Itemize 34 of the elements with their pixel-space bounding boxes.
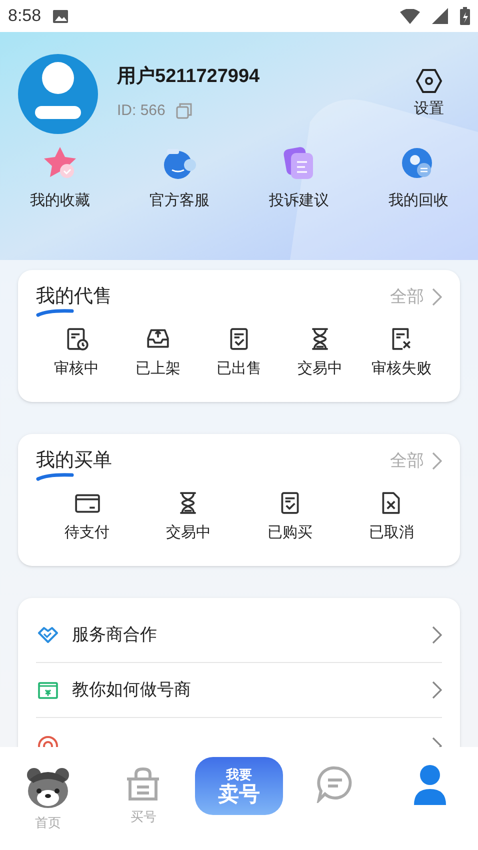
gallery-icon (53, 10, 68, 22)
mascot-icon (24, 765, 71, 811)
person-icon (413, 765, 448, 805)
menu-item[interactable]: 服务商合作 (36, 608, 442, 663)
order-status-item[interactable]: 待支付 (36, 490, 138, 544)
brush-stroke (36, 472, 74, 481)
copy-icon[interactable] (175, 102, 194, 120)
order-status-item[interactable]: 已取消 (340, 490, 442, 544)
chat-icon (316, 765, 354, 803)
order-status-item[interactable]: 交易中 (138, 490, 239, 544)
wifi-icon (400, 8, 420, 24)
battery-icon (460, 7, 470, 25)
username: 用户5211727994 (117, 64, 260, 89)
order-status-item[interactable]: 交易中 (280, 326, 361, 380)
brush-stroke (36, 308, 74, 317)
order-status-item[interactable]: 审核失败 (360, 326, 442, 380)
shortcut-item[interactable]: 投诉建议 (239, 144, 358, 212)
order-status-item[interactable]: 审核中 (36, 326, 118, 380)
settings-button[interactable]: 设置 (414, 68, 444, 120)
shortcut-item[interactable]: 我的收藏 (0, 144, 120, 212)
menu-item[interactable]: 教你如何做号商 (36, 663, 442, 718)
sell-button[interactable]: 我要 卖号 (194, 757, 283, 815)
section-title: 我的买单 (36, 450, 112, 472)
status-time: 8:58 (8, 5, 42, 28)
settings-icon (415, 68, 443, 94)
order-status-item[interactable]: 已出售 (198, 326, 280, 380)
signal-icon (432, 8, 448, 24)
section-title: 我的代售 (36, 286, 112, 308)
avatar-icon (18, 54, 98, 134)
order-status-item[interactable]: 已上架 (117, 326, 198, 380)
shortcut-item[interactable]: 我的回收 (358, 144, 478, 212)
user-id: ID: 566 (117, 101, 166, 121)
order-status-item[interactable]: 已购买 (239, 490, 340, 544)
shortcut-item[interactable]: 官方客服 (120, 144, 239, 212)
